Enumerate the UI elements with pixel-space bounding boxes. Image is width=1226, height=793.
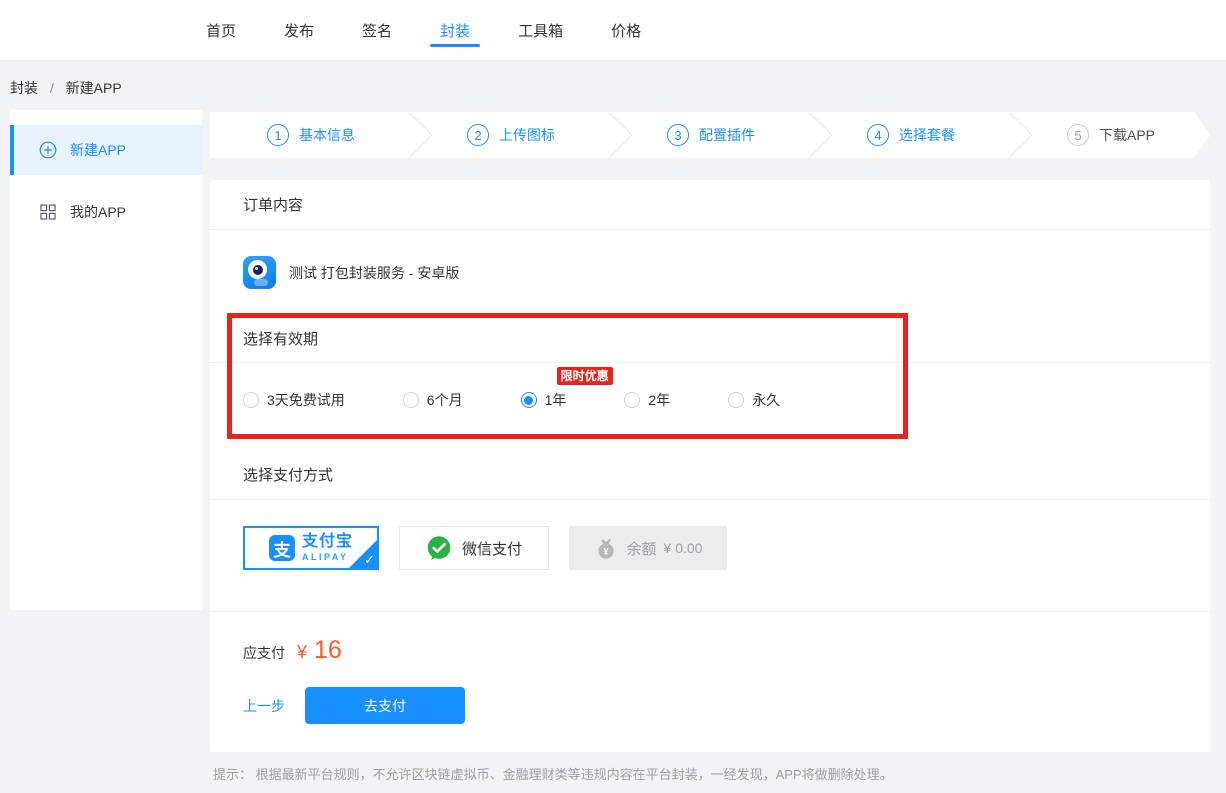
radio-icon[interactable]	[728, 392, 744, 408]
breadcrumb-root[interactable]: 封装	[10, 80, 38, 96]
breadcrumb-separator: /	[50, 80, 54, 96]
nav-item-home[interactable]: 首页	[206, 0, 236, 60]
order-app-name: 测试 打包封装服务 - 安卓版	[289, 263, 459, 283]
alipay-logo-icon: 支	[269, 535, 295, 561]
order-app-row: 测试 打包封装服务 - 安卓版	[210, 230, 1210, 315]
app-icon	[243, 256, 276, 289]
radio-icon[interactable]	[624, 392, 640, 408]
alipay-label: 支付宝	[302, 534, 353, 550]
payment-card-wechat[interactable]: 微信支付	[399, 526, 549, 570]
page-layout: 新建APP 我的APP 1 基本信息 2 上传图标 3	[0, 110, 1226, 783]
amount-due-value: 16	[314, 636, 342, 665]
step-label: 下载APP	[1099, 125, 1155, 145]
validity-option-2-years[interactable]: 2年	[624, 390, 670, 410]
go-to-pay-button[interactable]: 去支付	[305, 687, 465, 724]
alipay-sublabel: ALIPAY	[302, 553, 353, 562]
wechat-pay-icon	[426, 535, 452, 561]
nav-item-price[interactable]: 价格	[611, 0, 641, 60]
order-card: 订单内容 测试 打包封装服务 - 安卓版 选择有效期	[210, 180, 1210, 752]
money-bag-icon: ¥	[594, 536, 618, 560]
top-navbar: 首页 发布 签名 封装 工具箱 价格	[0, 0, 1226, 61]
balance-label: 余额	[627, 538, 657, 559]
step-basic-info[interactable]: 1 基本信息	[210, 112, 410, 158]
step-label: 上传图标	[499, 125, 555, 145]
previous-step-link[interactable]: 上一步	[243, 696, 285, 716]
app-icon-eye	[248, 260, 267, 279]
app-icon-pupil	[253, 265, 263, 275]
step-number: 1	[267, 124, 289, 146]
option-label: 1年	[545, 390, 567, 410]
step-number: 3	[667, 124, 689, 146]
limited-offer-badge: 限时优惠	[557, 367, 613, 385]
step-configure-plugins[interactable]: 3 配置插件	[610, 112, 810, 158]
grid-icon	[39, 203, 57, 221]
sidebar-item-label: 新建APP	[70, 140, 126, 160]
platform-rules-tip: 提示： 根据最新平台规则，不允许区块链虚拟币、金融理财类等违规内容在平台封装，一…	[213, 764, 1210, 783]
step-label: 选择套餐	[899, 125, 955, 145]
option-label: 3天免费试用	[267, 390, 345, 410]
app-icon-highlight	[255, 267, 258, 270]
breadcrumb: 封装 / 新建APP	[0, 61, 1226, 110]
action-buttons-row: 上一步 去支付	[243, 687, 1177, 724]
validity-option-forever[interactable]: 永久	[728, 390, 780, 410]
step-select-plan[interactable]: 4 选择套餐	[810, 112, 1010, 158]
plus-circle-icon	[39, 141, 57, 159]
option-label: 永久	[752, 390, 780, 410]
step-label: 配置插件	[699, 125, 755, 145]
breadcrumb-current: 新建APP	[66, 80, 122, 96]
check-icon: ✓	[364, 552, 375, 568]
payment-methods: 支 支付宝 ALIPAY ✓	[210, 500, 1210, 612]
wechat-label: 微信支付	[462, 538, 522, 559]
balance-amount: ¥ 0.00	[664, 540, 703, 556]
nav-item-sign[interactable]: 签名	[362, 0, 392, 60]
sidebar: 新建APP 我的APP	[10, 110, 202, 610]
step-label: 基本信息	[299, 125, 355, 145]
payment-summary: 应支付 ¥ 16 上一步 去支付	[210, 612, 1210, 752]
option-label: 2年	[648, 390, 670, 410]
app-icon-chin	[254, 279, 268, 286]
step-wizard: 1 基本信息 2 上传图标 3 配置插件 4 选择套餐 5 下载APP	[210, 112, 1210, 158]
payment-card-balance-disabled: ¥ 余额 ¥ 0.00	[569, 526, 727, 570]
svg-text:¥: ¥	[603, 546, 609, 557]
nav-item-package-active[interactable]: 封装	[440, 0, 470, 60]
main-content: 1 基本信息 2 上传图标 3 配置插件 4 选择套餐 5 下载APP 订单内容	[210, 110, 1210, 783]
nav-item-toolbox[interactable]: 工具箱	[518, 0, 563, 60]
validity-options: 3天免费试用 6个月 限时优惠 1年 2年	[210, 363, 1210, 437]
validity-option-1-year-selected[interactable]: 限时优惠 1年	[521, 390, 567, 410]
validity-title: 选择有效期	[210, 315, 1210, 363]
step-upload-icon[interactable]: 2 上传图标	[410, 112, 610, 158]
price-row: 应支付 ¥ 16	[243, 636, 1177, 664]
step-number: 2	[467, 124, 489, 146]
validity-option-3day-trial[interactable]: 3天免费试用	[243, 390, 345, 410]
validity-option-6-months[interactable]: 6个月	[403, 390, 463, 410]
step-number: 4	[867, 124, 889, 146]
amount-due-label: 应支付	[243, 643, 285, 663]
sidebar-item-my-apps[interactable]: 我的APP	[10, 187, 202, 237]
step-number: 5	[1067, 124, 1089, 146]
sidebar-item-new-app[interactable]: 新建APP	[10, 125, 202, 175]
nav-item-publish[interactable]: 发布	[284, 0, 314, 60]
payment-card-alipay-selected[interactable]: 支 支付宝 ALIPAY ✓	[243, 526, 379, 570]
radio-checked-icon[interactable]	[521, 392, 537, 408]
validity-section: 选择有效期 3天免费试用 6个月 限时优惠 1年	[210, 315, 1210, 437]
payment-title: 选择支付方式	[210, 437, 1210, 500]
option-label: 6个月	[427, 390, 463, 410]
order-content-title: 订单内容	[210, 180, 1210, 230]
radio-icon[interactable]	[403, 392, 419, 408]
radio-icon[interactable]	[243, 392, 259, 408]
step-download-app: 5 下载APP	[1010, 112, 1210, 158]
currency-symbol: ¥	[297, 642, 307, 663]
sidebar-item-label: 我的APP	[70, 202, 126, 222]
